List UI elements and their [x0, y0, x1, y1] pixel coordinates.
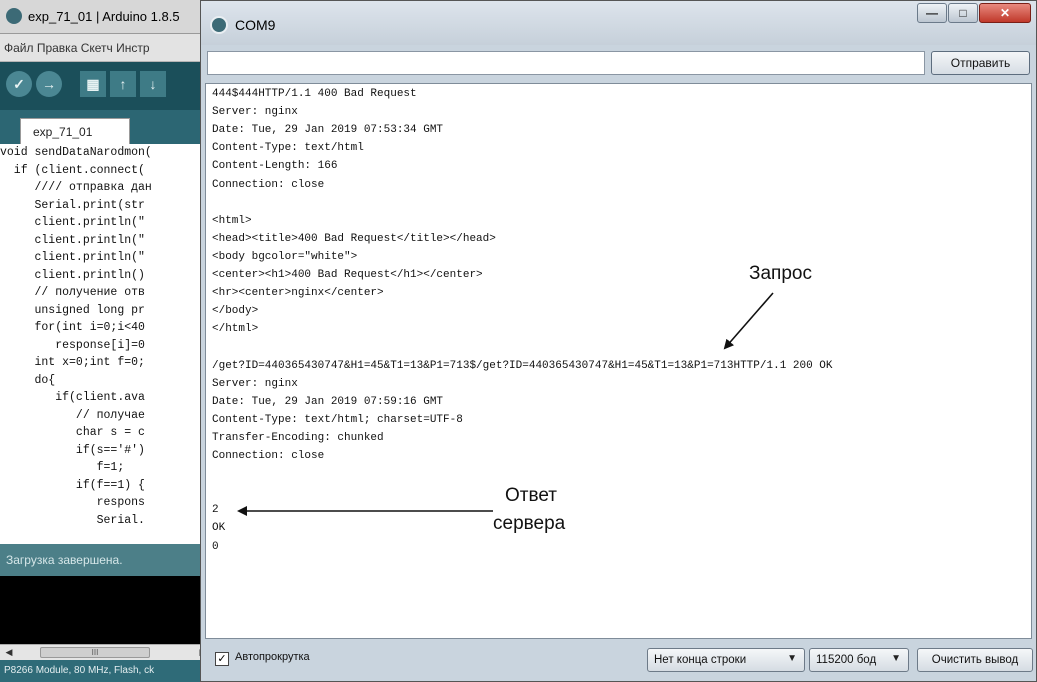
- ide-window-title: exp_71_01 | Arduino 1.8.5: [28, 9, 180, 24]
- arduino-ide-window: exp_71_01 | Arduino 1.8.5 Файл Правка Ск…: [0, 0, 212, 682]
- code-line: Serial.: [0, 513, 145, 527]
- code-line: if(client.ava: [0, 391, 145, 404]
- board-info-text: P8266 Module, 80 MHz, Flash, ck: [4, 665, 155, 676]
- chevron-down-icon: ▼: [891, 653, 901, 664]
- arduino-logo-icon: [210, 16, 228, 34]
- send-button[interactable]: Отправить: [931, 51, 1030, 75]
- minimize-button[interactable]: —: [917, 3, 947, 23]
- ide-status-bar: Загрузка завершена.: [0, 544, 212, 576]
- autoscroll-checkbox[interactable]: ✓: [215, 652, 229, 666]
- ide-title-bar[interactable]: exp_71_01 | Arduino 1.8.5: [0, 0, 212, 34]
- code-line: // получение отв: [0, 286, 145, 299]
- open-sketch-button[interactable]: ↑: [110, 71, 136, 97]
- line-ending-value: Нет конца строки: [654, 654, 747, 666]
- serial-output-line: Server: nginx: [212, 377, 298, 390]
- serial-output-line: <hr><center>nginx</center>: [212, 287, 384, 300]
- code-line: client.println(": [0, 233, 145, 247]
- close-icon: ✕: [999, 6, 1011, 20]
- code-line: client.println(": [0, 216, 145, 229]
- serial-output-line: <center><h1>400 Bad Request</h1></center…: [212, 269, 483, 281]
- serial-output-line: Date: Tue, 29 Jan 2019 07:53:34 GMT: [212, 124, 444, 137]
- serial-output-line: </html>: [212, 323, 259, 336]
- serial-output-line: <body bgcolor="white">: [212, 250, 358, 263]
- code-line: //// отправка дан: [0, 181, 152, 194]
- baud-rate-select[interactable]: 115200 бод ▼: [809, 648, 909, 672]
- code-line: if(s=='#'): [0, 443, 145, 457]
- send-row: Отправить: [207, 49, 1030, 79]
- serial-title-bar[interactable]: COM9 — □ ✕: [201, 1, 1036, 45]
- serial-output-line: Transfer-Encoding: chunked: [212, 431, 384, 444]
- maximize-icon: □: [959, 6, 967, 20]
- code-line: client.println(): [0, 268, 145, 282]
- code-line: if(f==1) {: [0, 478, 145, 492]
- annotation-response-label-2: сервера: [493, 513, 566, 534]
- annotation-request-label: Запрос: [749, 263, 812, 284]
- maximize-button[interactable]: □: [948, 3, 978, 23]
- serial-output-line: Content-Length: 166: [212, 160, 338, 173]
- code-line: Serial.print(str: [0, 198, 145, 212]
- code-line: f=1;: [0, 461, 125, 474]
- ide-console: [0, 576, 212, 644]
- arrow-down-icon: ↓: [149, 76, 157, 92]
- serial-output-line: <html>: [212, 214, 252, 227]
- code-editor[interactable]: void sendDataNarodmon( if (client.connec…: [0, 144, 212, 544]
- serial-output-line: OK: [212, 522, 226, 535]
- code-line: do{: [0, 373, 56, 387]
- clear-output-button[interactable]: Очистить вывод: [917, 648, 1033, 672]
- new-sketch-button[interactable]: ▦: [80, 71, 106, 97]
- ide-tab-strip: exp_71_01: [0, 110, 212, 144]
- code-line: // получае: [0, 408, 145, 422]
- code-line: unsigned long pr: [0, 303, 145, 317]
- code-line: if (client.connect(: [0, 163, 145, 177]
- serial-output[interactable]: 444$444HTTP/1.1 400 Bad Request Server: n…: [205, 83, 1032, 639]
- code-line: for(int i=0;i<40: [0, 321, 145, 334]
- annotation-response-label-1: Ответ: [505, 485, 557, 506]
- serial-output-line: Content-Type: text/html; charset=UTF-8: [212, 413, 463, 426]
- ide-menu-items[interactable]: Файл Правка Скетч Инстр: [4, 41, 150, 55]
- code-line: int x=0;int f=0;: [0, 356, 145, 369]
- scroll-left-icon[interactable]: ◀: [2, 646, 16, 659]
- serial-output-line: /get?ID=440365430747&H1=45&T1=13&P1=713$…: [212, 359, 833, 372]
- serial-window-title: COM9: [235, 17, 276, 33]
- serial-output-line: Content-Type: text/html: [212, 142, 364, 155]
- chevron-down-icon: ▼: [787, 653, 797, 664]
- arrow-up-icon: ↑: [119, 76, 127, 92]
- serial-output-line: <head><title>400 Bad Request</title></he…: [212, 232, 496, 245]
- verify-button[interactable]: ✓: [6, 71, 32, 97]
- code-line: client.println(": [0, 251, 145, 264]
- line-ending-select[interactable]: Нет конца строки ▼: [647, 648, 805, 672]
- save-sketch-button[interactable]: ↓: [140, 71, 166, 97]
- check-icon: ✓: [13, 76, 25, 92]
- serial-output-line: Connection: close: [212, 450, 325, 462]
- close-button[interactable]: ✕: [979, 3, 1031, 23]
- code-line: respons: [0, 496, 145, 509]
- code-line: response[i]=0: [0, 338, 145, 352]
- tab-exp-71-01[interactable]: exp_71_01: [20, 118, 130, 144]
- ide-menu-bar[interactable]: Файл Правка Скетч Инстр: [0, 34, 212, 62]
- serial-output-line: Date: Tue, 29 Jan 2019 07:59:16 GMT: [212, 395, 444, 408]
- serial-output-line: Server: nginx: [212, 106, 298, 119]
- serial-output-line: 444$444HTTP/1.1 400 Bad Request: [212, 88, 417, 100]
- ide-toolbar: ✓ → ▦ ↑ ↓: [0, 62, 212, 110]
- scroll-grip[interactable]: III: [40, 647, 150, 658]
- autoscroll-label: Автопрокрутка: [235, 651, 310, 663]
- serial-output-line: 0: [212, 540, 219, 553]
- send-input[interactable]: [207, 51, 925, 75]
- upload-button[interactable]: →: [36, 71, 62, 97]
- minimize-icon: —: [926, 6, 938, 20]
- upload-status-text: Загрузка завершена.: [6, 553, 123, 567]
- code-line: char s = c: [0, 426, 145, 439]
- arduino-logo-icon: [6, 8, 22, 24]
- code-line: void sendDataNarodmon(: [0, 146, 152, 159]
- serial-output-line: </body>: [212, 305, 259, 318]
- horizontal-scrollbar[interactable]: ◀ III ▶: [0, 644, 212, 660]
- board-info-bar: P8266 Module, 80 MHz, Flash, ck: [0, 660, 212, 682]
- serial-output-line: 2: [212, 504, 219, 517]
- serial-output-line: Connection: close: [212, 178, 325, 191]
- new-file-icon: ▦: [86, 76, 100, 92]
- serial-monitor-window: COM9 — □ ✕ Отправить 444$444HTTP/1.1 400…: [200, 0, 1037, 682]
- baud-rate-value: 115200 бод: [816, 654, 877, 666]
- arrow-right-icon: →: [42, 76, 56, 92]
- serial-bottom-bar: ✓ Автопрокрутка Нет конца строки ▼ 11520…: [205, 642, 1034, 678]
